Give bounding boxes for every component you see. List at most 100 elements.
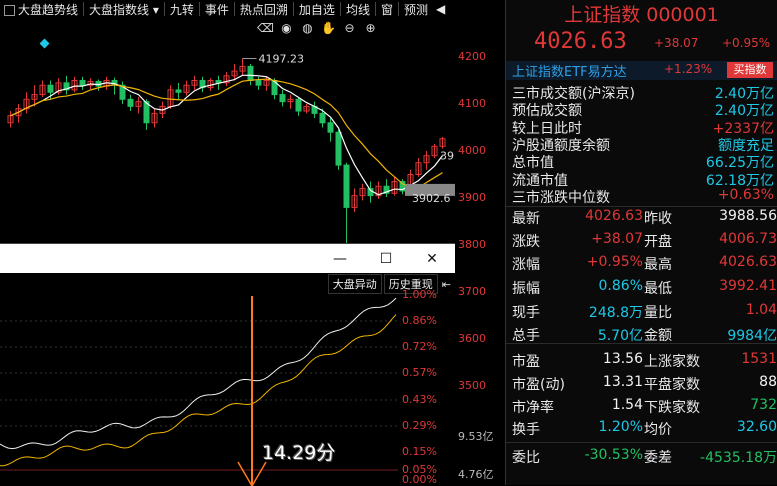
stat-row: 沪股通额度余额 额度充足 [512,135,774,154]
candle [175,82,182,100]
volume-label: 9.53亿 [458,430,494,443]
quote-value: -4535.18万 [700,450,777,466]
quote-value: 32.60 [736,419,777,435]
quote-label: 最低 [644,281,672,297]
stat-value: +0.63% [717,186,774,203]
quote-label: 量比 [644,305,672,321]
quote-row: 委比 -30.53% 委差 -4535.18万 [512,447,777,469]
quote-row: 涨幅 +0.95% 最高 4026.63 [512,254,777,276]
stat-row: 较上日此时 +2337亿 [512,118,774,137]
quote-label: 均价 [644,422,672,438]
candle [7,111,14,128]
candle [327,118,334,142]
quote-value: 1.04 [745,302,777,318]
buy-index-button[interactable]: 买指数 [727,62,773,78]
quote-panel: 上证指数 000001 4026.63 +38.07 +0.95% 上证指数ET… [506,0,777,485]
quote-value: 248.8万 [588,305,643,321]
candle [295,96,302,116]
quote-label: 振幅 [512,281,540,297]
percent-tick-label: 0.72% [402,340,437,353]
index-avg-line [0,314,397,467]
quote-label: 市盈(动) [512,377,565,393]
stat-row: 三市成交额(沪深京) 2.40万亿 [512,83,774,102]
intraday-line-plot[interactable] [0,244,398,486]
index-change: +38.07 [654,36,699,50]
price-tick-label: 4100 [458,97,486,110]
candle [279,89,286,107]
candle [287,94,294,109]
quote-label: 金额 [644,328,672,344]
candle [247,64,254,86]
quote-value: 4006.73 [719,231,777,247]
candle [111,77,118,95]
candle [191,75,198,90]
stat-row: 总市值 66.25万亿 [512,152,774,171]
percent-axis: 1.00% 0.86% 0.72% 0.57% 0.43% 0.29% 0.15% 0.05%… [398,244,455,486]
etf-row[interactable]: 上证指数ETF易方达 +1.23% 买指数 [506,61,777,80]
etf-name-link[interactable]: 上证指数ETF易方达 [512,61,627,80]
quote-label: 涨跌 [512,234,540,250]
candle [391,176,398,196]
quote-value: 3992.41 [719,278,777,294]
candle [127,94,134,112]
quote-value: 732 [750,397,777,413]
percent-tick-label: 0.57% [402,366,437,379]
kline-chart[interactable]: 大盘趋势线 大盘指数线 ▾ 九转 事件 热点回溯 加自选 均线窗预测 ◀ ⌫ ◉ ◍ ✋ ⊖ ⊕ 419… [0,0,505,486]
candle [439,136,446,149]
price-tick-label: 3900 [458,191,486,204]
low-label: 3902.6 [412,192,451,205]
candle [79,76,86,90]
quote-value: 13.56 [602,351,643,367]
candle [343,162,350,243]
quote-row: 振幅 0.86% 最低 3992.41 [512,278,777,300]
quote-label: 现手 [512,305,540,321]
price-tick-label: 3700 [458,285,486,298]
quote-row: 换手 1.20% 均价 32.60 [512,419,777,441]
quote-value: 13.31 [602,374,643,390]
quote-value: +0.95% [586,254,643,270]
quote-value: 1.20% [598,419,643,435]
high-label: 4197.23 [259,52,305,65]
candle [383,179,390,198]
index-title: 上证指数 000001 [564,4,719,26]
quote-label: 总手 [512,328,540,344]
candle [255,76,262,90]
candle [71,76,78,93]
quote-value: 1531 [741,351,777,367]
candle [183,80,190,96]
volume-label: 4.76亿 [458,468,494,481]
quote-label: 委比 [512,450,540,466]
percent-tick-label: 0.15% [402,445,437,458]
quote-row: 市净率 1.54 下跌家数 732 [512,397,777,419]
quote-value: 9984亿 [727,328,777,344]
stat-row: 预估成交额 2.40万亿 [512,100,774,119]
candle [415,158,422,177]
candle [303,104,310,114]
section-divider [506,206,777,207]
index-change-pct: +0.95% [722,36,771,50]
quote-label: 上涨家数 [644,354,700,370]
quote-value: -30.53% [584,447,643,463]
intraday-popup-window[interactable]: — ☐ ✕ 大盘异动 历史重现 ⇤ 1.00% 0.86% 0.72% 0.57% 0.… [0,243,455,486]
stat-row: 流通市值 62.18万亿 [512,170,774,189]
quote-label: 平盘家数 [644,377,700,393]
quote-label: 下跌家数 [644,400,700,416]
section-divider [506,442,777,443]
candlestick-plot[interactable]: 4197.23 3902.6 39 [0,0,455,243]
quote-value: 0.86% [598,278,643,294]
candle [423,151,430,170]
candle [119,81,126,104]
quote-label: 市净率 [512,400,554,416]
percent-tick-label: 0.86% [402,314,437,327]
stat-row: 三市涨跌中位数 +0.63% [512,186,774,206]
quote-label: 市盈 [512,354,540,370]
quote-label: 昨收 [644,211,672,227]
candle [63,75,70,95]
price-tick-label: 4000 [458,144,486,157]
quote-label: 涨幅 [512,257,540,273]
quote-row: 市盈(动) 13.31 平盘家数 88 [512,374,777,396]
price-tick-label: 3500 [458,379,486,392]
price-axis: 4200 4100 4000 3900 3800 3700 3600 3500 [455,0,505,485]
ma10-line [10,78,443,189]
quote-row: 最新 4026.63 昨收 3988.56 [512,208,777,230]
